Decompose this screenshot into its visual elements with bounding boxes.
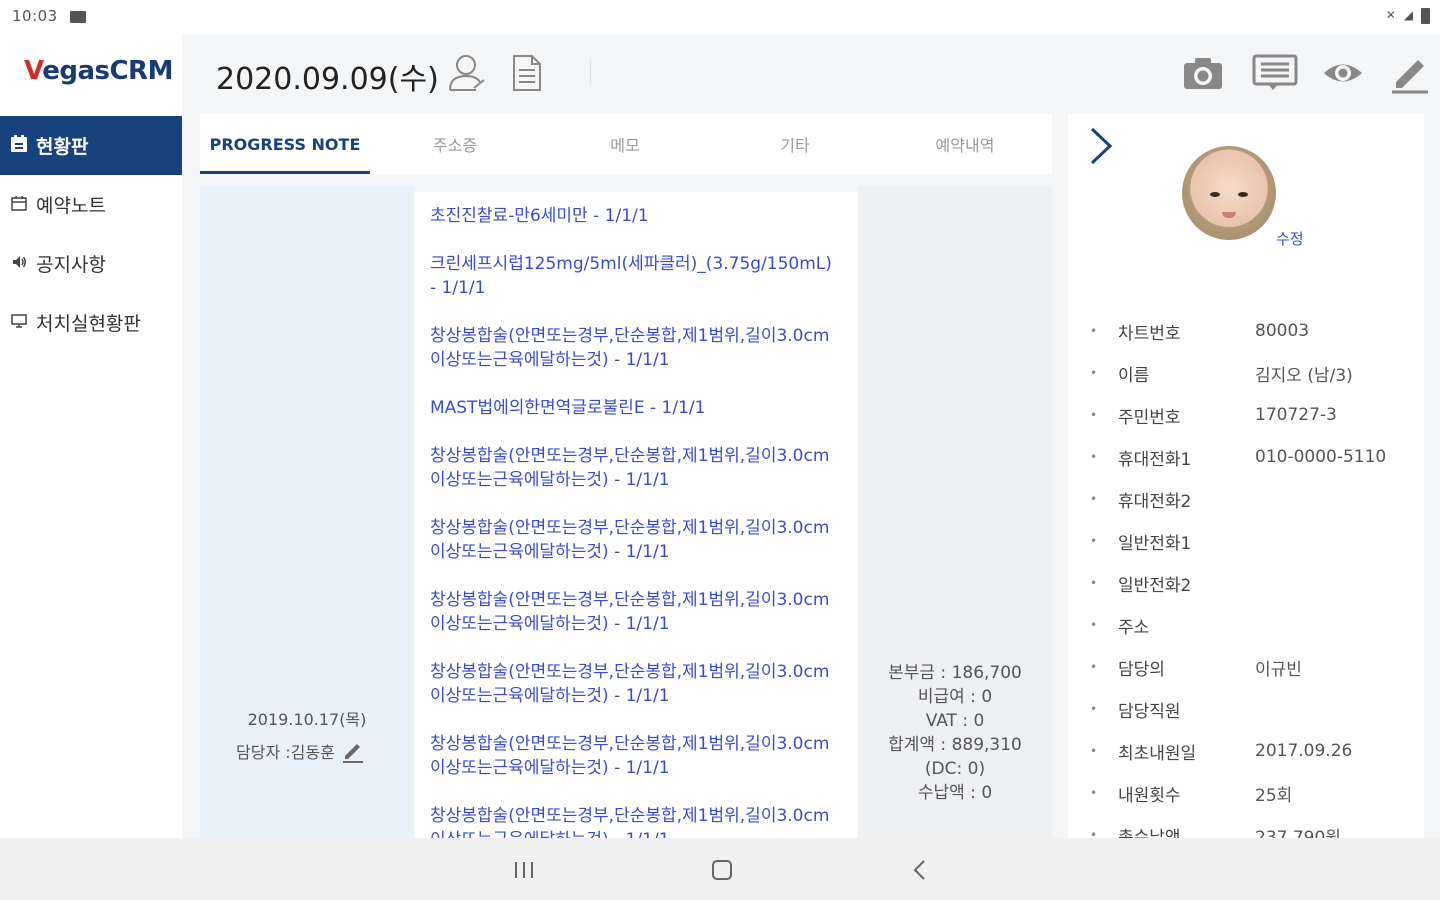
info-row-address: • 주소 — [1090, 617, 1150, 638]
info-row-first-visit: • 최초내원일 2017.09.26 — [1090, 741, 1353, 764]
home-icon[interactable] — [708, 856, 736, 884]
tab-reservations[interactable]: 예약내역 — [880, 114, 1050, 174]
info-row-mobile1: • 휴대전화1 010-0000-5110 — [1090, 447, 1387, 470]
notes-list: 초진진찰료-만6세미만 - 1/1/1 크린세프시럽125mg/5ml(세파클러… — [414, 192, 858, 838]
avatar — [1182, 146, 1276, 240]
status-bar: 10:03 ✕ ◢ — [0, 0, 1440, 34]
list-item[interactable]: MAST법에의한면역글로불린E - 1/1/1 — [430, 396, 842, 420]
list-item[interactable]: 창상봉합술(안면또는경부,단순봉합,제1범위,길이3.0cm이상또는근육에달하는… — [430, 444, 842, 492]
battery-icon — [1421, 8, 1430, 24]
document-icon[interactable] — [504, 52, 546, 94]
sidebar-item-notice[interactable]: 공지사항 — [0, 234, 182, 293]
billing-summary: 본부금 : 186,700 비급여 : 0 VAT : 0 합계액 : 889,… — [858, 661, 1052, 805]
back-icon[interactable] — [906, 856, 934, 884]
billing-noncovered: 비급여 : 0 — [917, 687, 993, 707]
sidebar-item-label: 현황판 — [36, 136, 89, 158]
speaker-icon — [8, 254, 30, 274]
billing-vat: VAT : 0 — [925, 711, 985, 731]
list-item[interactable]: 창상봉합술(안면또는경부,단순봉합,제1범위,길이3.0cm이상또는근육에달하는… — [430, 660, 842, 708]
camera-icon[interactable] — [1182, 52, 1224, 94]
chevron-right-icon[interactable] — [1088, 126, 1114, 166]
sidebar-item-label: 처치실현황판 — [36, 313, 141, 335]
monitor-icon — [8, 313, 30, 333]
info-row-resident-number: • 주민번호 170727-3 — [1090, 405, 1337, 428]
info-row-phone1: • 일반전화1 — [1090, 533, 1192, 554]
sidebar-item-label: 예약노트 — [36, 195, 106, 217]
mute-icon: ✕ — [1385, 8, 1396, 22]
wifi-icon: ◢ — [1403, 8, 1413, 22]
patient-icon[interactable] — [446, 52, 488, 94]
info-row-chart-number: • 차트번호 80003 — [1090, 321, 1310, 344]
gallery-notification-icon — [70, 11, 86, 23]
eye-icon[interactable] — [1322, 52, 1364, 94]
sidebar-item-treatment-room[interactable]: 처치실현황판 — [0, 293, 182, 352]
edit-profile-link[interactable]: 수정 — [1276, 228, 1304, 249]
tab-bar: PROGRESS NOTE 주소증 메모 기타 예약내역 — [200, 114, 1052, 174]
billing-total: 합계액 : 889,310 — [888, 735, 1022, 755]
info-row-name: • 이름 김지오 (남/3) — [1090, 365, 1353, 386]
doctor-row: 담당자 :김동훈 — [236, 739, 365, 763]
system-nav-bar — [0, 838, 1440, 900]
info-row-doctor: • 담당의 이규빈 — [1090, 659, 1302, 680]
billing-panel: 본부금 : 186,700 비급여 : 0 VAT : 0 합계액 : 889,… — [858, 186, 1052, 838]
patient-info-list: • 차트번호 80003 • 이름 김지오 (남/3) • 주민번호 170727-3 • 휴… — [1090, 310, 1410, 856]
sidebar-menu: 현황판 예약노트 공지사항 처치실현황판 — [0, 116, 182, 352]
main-area: 2020.09.09(수) PROGRESS NOTE 주소증 메모 기타 예약… — [182, 34, 1440, 848]
patient-panel: 수정 • 차트번호 80003 • 이름 김지오 (남/3) • 주민번호 170727-3… — [1068, 114, 1424, 848]
header-bar: 2020.09.09(수) — [182, 34, 1440, 112]
list-item[interactable]: 크린세프시럽125mg/5ml(세파클러)_(3.75g/150mL) - 1/… — [430, 252, 842, 300]
list-item[interactable]: 창상봉합술(안면또는경부,단순봉합,제1범위,길이3.0cm이상또는근육에달하는… — [430, 324, 842, 372]
billing-dc: (DC: 0) — [924, 759, 986, 779]
list-item[interactable]: 창상봉합술(안면또는경부,단순봉합,제1범위,길이3.0cm이상또는근육에달하는… — [430, 732, 842, 780]
tab-memo[interactable]: 메모 — [540, 114, 710, 174]
list-item[interactable]: 창상봉합술(안면또는경부,단순봉합,제1범위,길이3.0cm이상또는근육에달하는… — [430, 588, 842, 636]
billing-copay: 본부금 : 186,700 — [888, 663, 1022, 683]
visit-info-panel: 2019.10.17(목) 담당자 :김동훈 — [200, 186, 414, 838]
info-row-visit-count: • 내원횟수 25회 — [1090, 785, 1293, 806]
list-item[interactable]: 창상봉합술(안면또는경부,단순봉합,제1범위,길이3.0cm이상또는근육에달하는… — [430, 804, 842, 838]
info-row-staff: • 담당직원 — [1090, 701, 1181, 722]
sidebar-item-reservation[interactable]: 예약노트 — [0, 175, 182, 234]
billing-paid: 수납액 : 0 — [917, 783, 993, 803]
info-row-phone2: • 일반전화2 — [1090, 575, 1192, 596]
dashboard-icon — [8, 134, 30, 157]
list-item[interactable]: 초진진찰료-만6세미만 - 1/1/1 — [430, 204, 842, 228]
page-title-date: 2020.09.09(수) — [216, 62, 439, 97]
doctor-label: 담당자 :김동훈 — [236, 743, 335, 762]
recent-apps-icon[interactable] — [510, 856, 538, 884]
tab-etc[interactable]: 기타 — [710, 114, 880, 174]
sidebar: VegasCRM 현황판 예약노트 공지사항 처치실현황판 — [0, 34, 182, 838]
header-divider — [590, 60, 591, 84]
list-item[interactable]: 창상봉합술(안면또는경부,단순봉합,제1범위,길이3.0cm이상또는근육에달하는… — [430, 516, 842, 564]
sidebar-item-dashboard[interactable]: 현황판 — [0, 116, 182, 175]
tab-progress-note[interactable]: PROGRESS NOTE — [200, 114, 370, 174]
edit-pencil-icon[interactable] — [341, 739, 365, 763]
app-logo[interactable]: VegasCRM — [24, 56, 173, 86]
pencil-icon[interactable] — [1388, 52, 1430, 94]
info-row-mobile2: • 휴대전화2 — [1090, 491, 1192, 512]
visit-date: 2019.10.17(목) — [247, 710, 367, 729]
status-icons: ✕ ◢ — [1386, 8, 1430, 24]
tab-chief-complaint[interactable]: 주소증 — [370, 114, 540, 174]
status-time: 10:03 — [12, 7, 58, 25]
calendar-icon — [8, 195, 30, 215]
chat-list-icon[interactable] — [1252, 52, 1298, 94]
sidebar-item-label: 공지사항 — [36, 254, 106, 276]
